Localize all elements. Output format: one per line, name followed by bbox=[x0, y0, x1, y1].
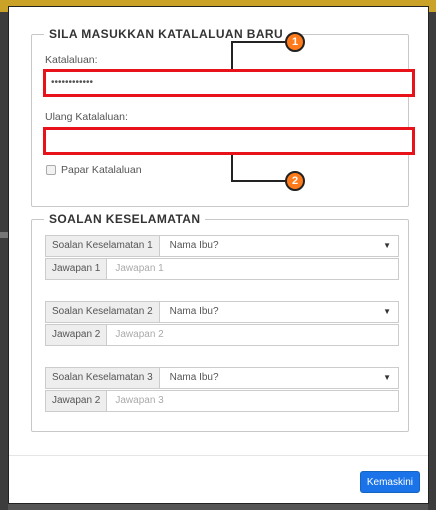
confirm-password-label: Ulang Katalaluan: bbox=[45, 111, 128, 123]
answer-3-row: Jawapan 2 Jawapan 3 bbox=[45, 390, 399, 412]
caret-down-icon: ▼ bbox=[383, 241, 391, 250]
security-question-3-row: Soalan Keselamatan 3 Nama Ibu? ▼ bbox=[45, 367, 399, 389]
security-question-2-value: Nama Ibu? bbox=[169, 306, 219, 317]
security-question-2-label: Soalan Keselamatan 2 bbox=[45, 301, 160, 323]
answer-1-input[interactable]: Jawapan 1 bbox=[107, 258, 399, 280]
caret-down-icon: ▼ bbox=[383, 373, 391, 382]
answer-2-input[interactable]: Jawapan 2 bbox=[107, 324, 399, 346]
answer-3-label: Jawapan 2 bbox=[45, 390, 108, 412]
background-left bbox=[0, 12, 8, 510]
security-questions-title: SOALAN KESELAMATAN bbox=[49, 212, 201, 226]
security-question-2-select[interactable]: Nama Ibu? ▼ bbox=[159, 301, 399, 323]
security-question-1-value: Nama Ibu? bbox=[169, 240, 219, 251]
change-password-modal: SILA MASUKKAN KATALALUAN BARU Katalaluan… bbox=[8, 6, 429, 504]
new-password-section-title: SILA MASUKKAN KATALALUAN BARU bbox=[49, 27, 284, 41]
answer-2-label: Jawapan 2 bbox=[45, 324, 108, 346]
show-password-label: Papar Katalaluan bbox=[61, 164, 142, 176]
modal-footer-divider bbox=[9, 455, 428, 456]
background-strip bbox=[0, 232, 8, 238]
security-question-1-label: Soalan Keselamatan 1 bbox=[45, 235, 160, 257]
answer-1-label: Jawapan 1 bbox=[45, 258, 108, 280]
answer-3-input[interactable]: Jawapan 3 bbox=[107, 390, 399, 412]
callout-2-line-horizontal bbox=[231, 180, 287, 182]
answer-2-row: Jawapan 2 Jawapan 2 bbox=[45, 324, 399, 346]
confirm-password-input[interactable] bbox=[43, 127, 415, 155]
callout-1-line-vertical bbox=[231, 41, 233, 69]
password-input[interactable]: •••••••••••• bbox=[43, 69, 415, 97]
callout-2-line-vertical bbox=[231, 155, 233, 182]
callout-2-badge: 2 bbox=[285, 171, 305, 191]
caret-down-icon: ▼ bbox=[383, 307, 391, 316]
security-question-3-select[interactable]: Nama Ibu? ▼ bbox=[159, 367, 399, 389]
security-question-3-label: Soalan Keselamatan 3 bbox=[45, 367, 160, 389]
background-right bbox=[428, 12, 436, 510]
show-password-checkbox[interactable] bbox=[46, 165, 56, 175]
security-question-2-row: Soalan Keselamatan 2 Nama Ibu? ▼ bbox=[45, 301, 399, 323]
callout-1-badge: 1 bbox=[285, 32, 305, 52]
callout-1-line-horizontal bbox=[231, 41, 287, 43]
update-button[interactable]: Kemaskini bbox=[359, 471, 420, 493]
security-question-1-select[interactable]: Nama Ibu? ▼ bbox=[159, 235, 399, 257]
security-question-3-value: Nama Ibu? bbox=[169, 372, 219, 383]
password-label: Katalaluan: bbox=[45, 54, 98, 66]
security-question-1-row: Soalan Keselamatan 1 Nama Ibu? ▼ bbox=[45, 235, 399, 257]
answer-1-row: Jawapan 1 Jawapan 1 bbox=[45, 258, 399, 280]
